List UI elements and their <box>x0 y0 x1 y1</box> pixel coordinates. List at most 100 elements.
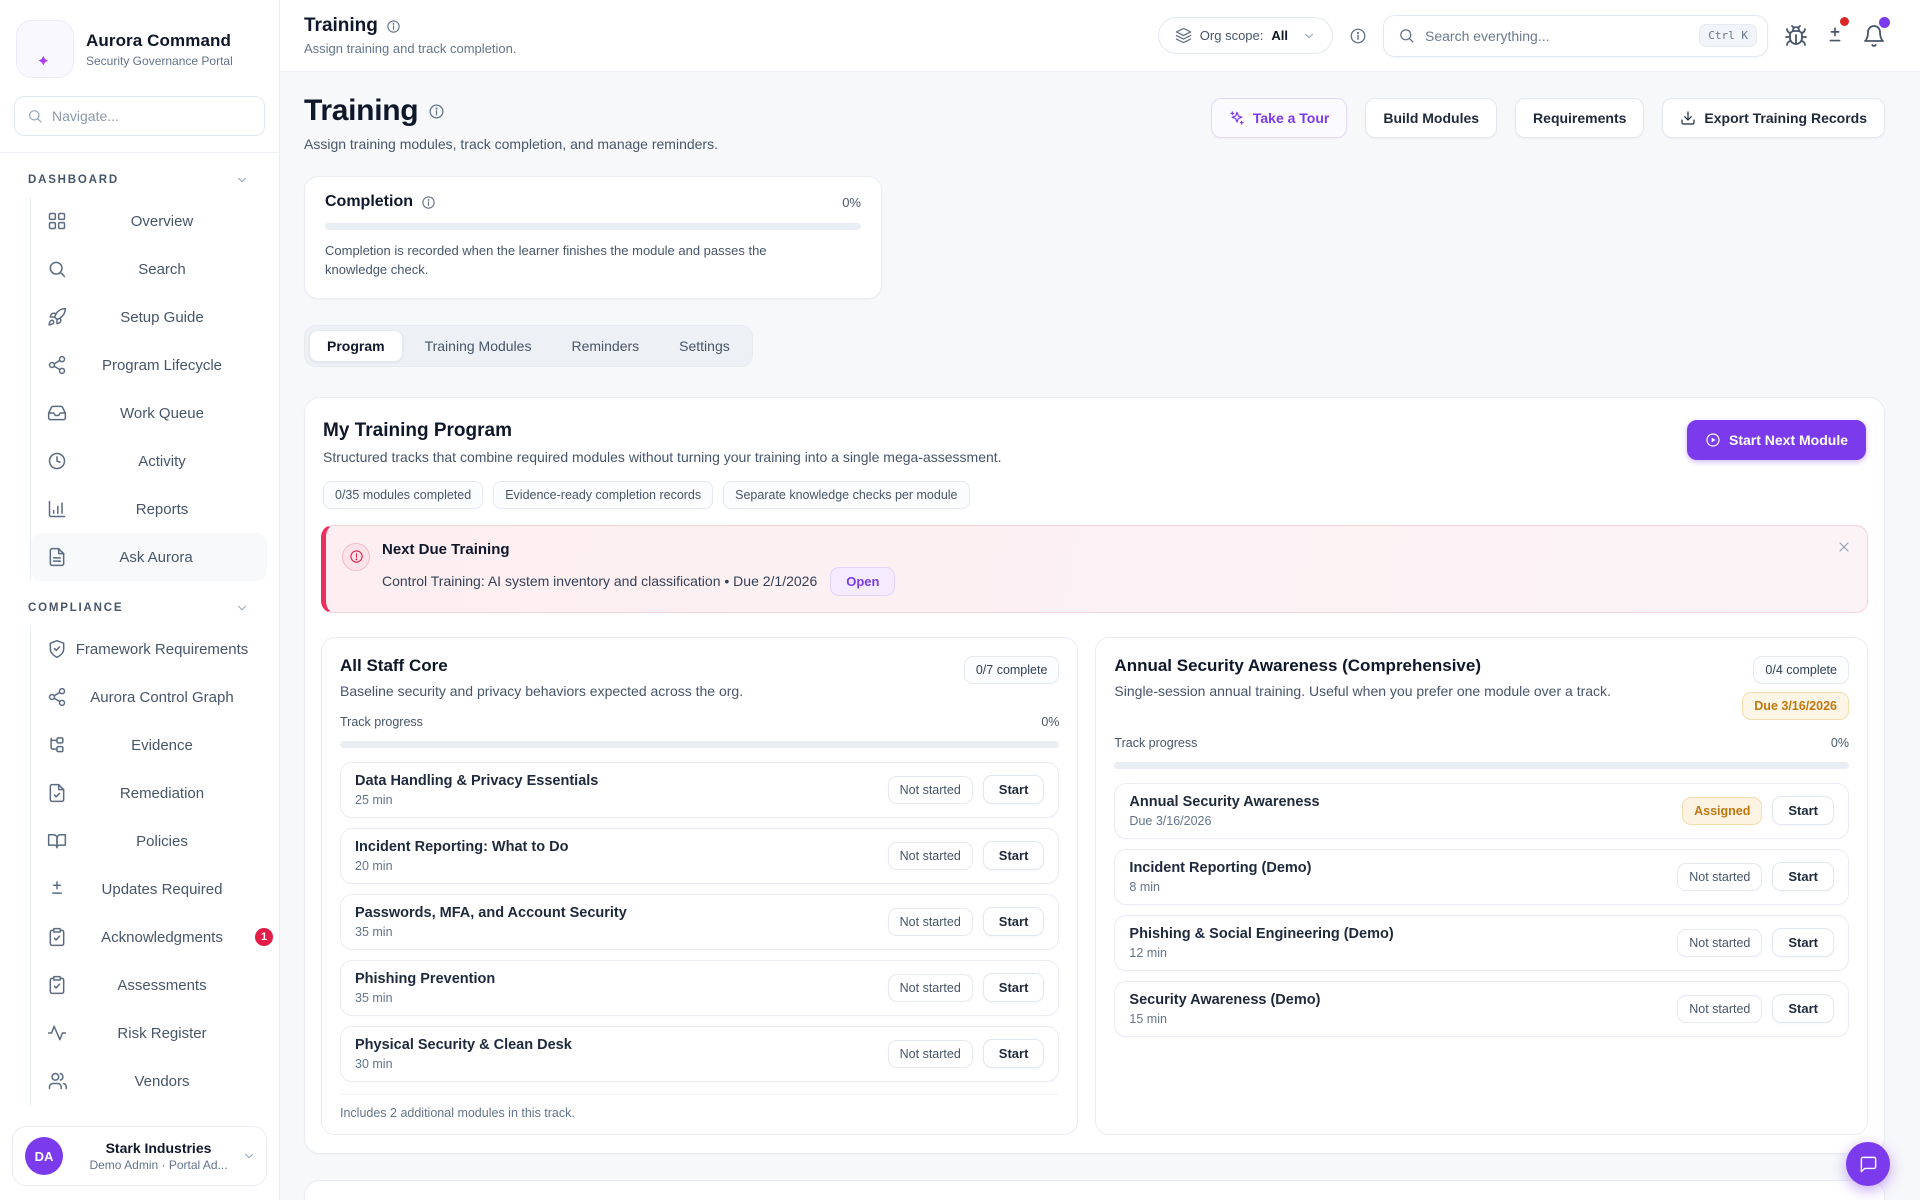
start-button[interactable]: Start <box>1772 994 1834 1023</box>
track-annual-security-awareness: Annual Security Awareness (Comprehensive… <box>1095 637 1868 1135</box>
search-icon <box>27 108 43 124</box>
file-text-icon <box>47 547 67 567</box>
tab-program[interactable]: Program <box>309 330 403 362</box>
sidebar-item-vendors[interactable]: Vendors <box>31 1057 279 1105</box>
section-dashboard[interactable]: DASHBOARD <box>0 163 279 195</box>
open-training-button[interactable]: Open <box>830 567 895 596</box>
global-search-input[interactable] <box>1425 28 1689 44</box>
start-button[interactable]: Start <box>983 841 1045 870</box>
sidebar-item-framework-requirements[interactable]: Framework Requirements <box>31 625 279 673</box>
sidebar-item-work-queue[interactable]: Work Queue <box>31 389 279 437</box>
start-next-module-button[interactable]: Start Next Module <box>1687 420 1866 460</box>
sidebar-nav: DASHBOARD Overview Search Setup Guide Pr… <box>0 152 279 1116</box>
clipboard-check-icon <box>47 975 67 995</box>
build-modules-button[interactable]: Build Modules <box>1365 98 1497 138</box>
sidebar-item-reports[interactable]: Reports <box>31 485 279 533</box>
share-nodes-icon <box>47 687 67 707</box>
info-icon[interactable] <box>421 195 436 210</box>
sidebar-item-updates-required[interactable]: Updates Required <box>31 865 279 913</box>
track-title: Annual Security Awareness (Comprehensive… <box>1114 656 1611 676</box>
status-badge-assigned: Assigned <box>1682 797 1762 825</box>
module-row: Passwords, MFA, and Account Security35 m… <box>340 894 1059 950</box>
user-menu[interactable]: DA Stark Industries Demo Admin · Portal … <box>12 1126 267 1186</box>
complete-count-badge: 0/7 complete <box>964 656 1060 684</box>
aurora-logo-icon <box>16 20 74 78</box>
org-program-coverage-card: Org Program Coverage Bundles group frame… <box>304 1180 1885 1200</box>
export-training-records-button[interactable]: Export Training Records <box>1662 98 1885 138</box>
org-scope-value: All <box>1271 28 1288 43</box>
start-button[interactable]: Start <box>1772 928 1834 957</box>
close-icon[interactable] <box>1836 539 1852 555</box>
sidebar-item-ask-aurora[interactable]: Ask Aurora <box>31 533 267 581</box>
chevron-down-icon[interactable] <box>235 173 249 187</box>
layers-icon <box>1175 27 1192 44</box>
start-button[interactable]: Start <box>1772 862 1834 891</box>
sidebar-item-overview[interactable]: Overview <box>31 197 279 245</box>
sidebar-item-setup-guide[interactable]: Setup Guide <box>31 293 279 341</box>
sidebar-item-aurora-control-graph[interactable]: Aurora Control Graph <box>31 673 279 721</box>
take-a-tour-button[interactable]: Take a Tour <box>1211 98 1348 138</box>
tab-reminders[interactable]: Reminders <box>553 330 657 362</box>
status-badge: Not started <box>888 776 973 804</box>
sidebar-item-activity[interactable]: Activity <box>31 437 279 485</box>
track-subtitle: Single-session annual training. Useful w… <box>1114 683 1611 699</box>
start-button[interactable]: Start <box>983 1039 1045 1068</box>
status-badge: Not started <box>888 1040 973 1068</box>
start-button[interactable]: Start <box>1772 796 1834 825</box>
grid-icon <box>47 211 67 231</box>
users-icon <box>47 1071 67 1091</box>
info-icon[interactable] <box>428 103 445 120</box>
acknowledgments-count-badge: 1 <box>255 928 273 946</box>
brand-name: Aurora Command <box>86 31 233 51</box>
track-progress-label: Track progress <box>340 715 423 729</box>
sidebar-item-remediation[interactable]: Remediation <box>31 769 279 817</box>
chat-bubble-icon <box>1859 1155 1878 1174</box>
topbar-subtitle: Assign training and track completion. <box>304 41 516 56</box>
track-footnote: Includes 2 additional modules in this tr… <box>340 1094 1059 1120</box>
bell-icon[interactable] <box>1862 24 1886 48</box>
tab-settings[interactable]: Settings <box>661 330 748 362</box>
sidebar-item-assessments[interactable]: Assessments <box>31 961 279 1009</box>
tab-training-modules[interactable]: Training Modules <box>407 330 550 362</box>
info-icon[interactable] <box>386 19 401 34</box>
sidebar-item-acknowledgments[interactable]: Acknowledgments1 <box>31 913 279 961</box>
module-row: Phishing Prevention35 min Not startedSta… <box>340 960 1059 1016</box>
global-search[interactable]: Ctrl K <box>1383 15 1768 57</box>
start-button[interactable]: Start <box>983 907 1045 936</box>
main-area: Training Assign training and track compl… <box>280 0 1920 1200</box>
sidebar-item-policies[interactable]: Policies <box>31 817 279 865</box>
requirements-button[interactable]: Requirements <box>1515 98 1644 138</box>
start-button[interactable]: Start <box>983 973 1045 1002</box>
chat-fab[interactable] <box>1846 1142 1890 1186</box>
module-row: Annual Security AwarenessDue 3/16/2026 A… <box>1114 783 1849 839</box>
brand-subtitle: Security Governance Portal <box>86 54 233 68</box>
chevron-down-icon[interactable] <box>235 601 249 615</box>
section-compliance[interactable]: COMPLIANCE <box>0 591 279 623</box>
page-subtitle: Assign training modules, track completio… <box>304 136 718 152</box>
sidebar-item-search[interactable]: Search <box>31 245 279 293</box>
bug-report-icon[interactable] <box>1784 24 1808 48</box>
status-badge: Not started <box>1677 929 1762 957</box>
search-icon <box>47 259 67 279</box>
navigate-field[interactable] <box>52 108 252 124</box>
module-row: Security Awareness (Demo)15 min Not star… <box>1114 981 1849 1037</box>
program-title: My Training Program <box>323 420 1002 442</box>
status-badge: Not started <box>1677 995 1762 1023</box>
shield-check-icon <box>47 639 67 659</box>
sidebar-item-evidence[interactable]: Evidence <box>31 721 279 769</box>
updates-icon[interactable] <box>1824 25 1846 47</box>
info-icon[interactable] <box>1349 27 1367 45</box>
my-training-program-card: My Training Program Structured tracks th… <box>304 397 1885 1154</box>
file-check-icon <box>47 783 67 803</box>
org-scope-selector[interactable]: Org scope: All <box>1158 17 1333 54</box>
alert-title: Next Due Training <box>382 541 895 558</box>
track-subtitle: Baseline security and privacy behaviors … <box>340 683 743 699</box>
status-badge: Not started <box>888 974 973 1002</box>
sidebar-item-risk-register[interactable]: Risk Register <box>31 1009 279 1057</box>
completion-description: Completion is recorded when the learner … <box>325 242 805 280</box>
sidebar-navigate-input[interactable] <box>14 96 265 136</box>
download-icon <box>1680 110 1696 126</box>
sidebar-item-program-lifecycle[interactable]: Program Lifecycle <box>31 341 279 389</box>
page-title: Training <box>304 94 418 128</box>
start-button[interactable]: Start <box>983 775 1045 804</box>
